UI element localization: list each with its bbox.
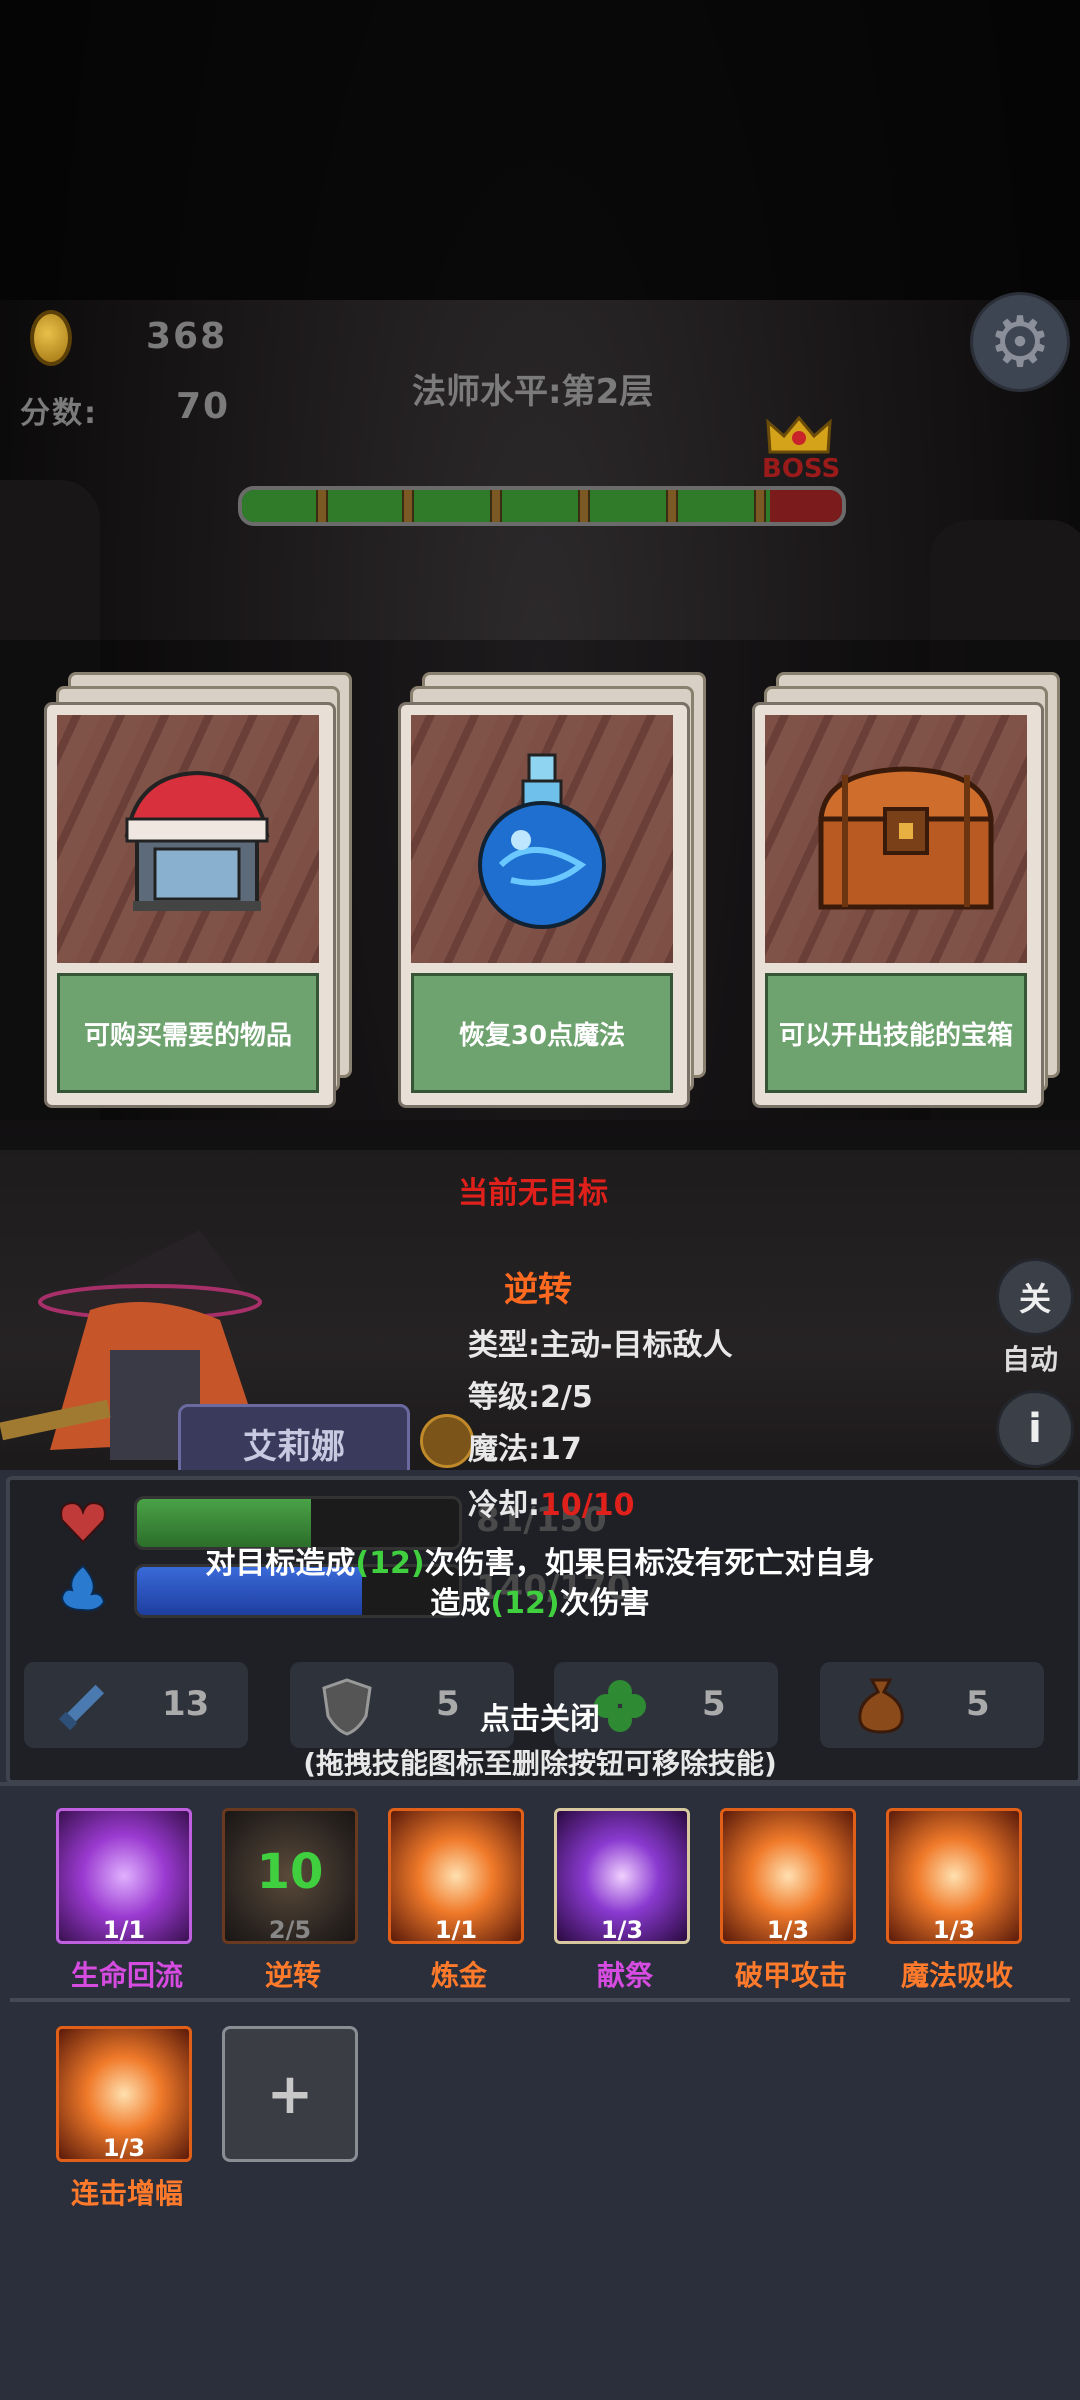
card-caption: 可以开出技能的宝箱 (765, 973, 1027, 1093)
score-value: 70 (176, 386, 231, 427)
skill-name: 逆转 (264, 1959, 321, 1992)
skill-name: 魔法吸收 (900, 1959, 1013, 1992)
desc-text: 次伤害，如果目标没有死亡对自身 (424, 1546, 875, 1581)
boss-segment (770, 490, 842, 522)
heart-icon (60, 1501, 106, 1544)
skill-count: 2/5 (268, 1916, 312, 1944)
type-label: 类型: (468, 1328, 540, 1363)
skill-slot-reversal[interactable]: 10 2/5 (222, 1808, 358, 1944)
card-face: 可以开出技能的宝箱 (752, 702, 1044, 1108)
coin-icon (30, 310, 72, 366)
info-icon: i (1028, 1406, 1042, 1452)
add-skill-button[interactable]: + (222, 2026, 358, 2162)
skill-detail-cooldown: 冷却:10/10 (468, 1480, 634, 1524)
cooldown-value: 10/10 (540, 1488, 635, 1523)
shop-stall-icon (124, 770, 270, 911)
level-progress-bar (238, 486, 846, 526)
close-hint[interactable]: 点击关闭 (0, 1694, 1080, 1738)
skill-count: 1/3 (600, 1916, 644, 1944)
skill-count: 1/3 (102, 2134, 146, 2162)
desc-number: (12) (490, 1586, 560, 1621)
coin-count: 368 (146, 316, 228, 357)
desc-text: 造成 (430, 1586, 491, 1621)
skill-slot-alchemy[interactable]: 1/1 (388, 1808, 524, 1944)
skill-slot-armor-break[interactable]: 1/3 (720, 1808, 856, 1944)
type-value: 主动-目标敌人 (540, 1328, 733, 1363)
progress-tick (316, 490, 328, 522)
mana-potion-icon (478, 753, 606, 929)
skill-slot-life-flow[interactable]: 1/1 (56, 1808, 192, 1944)
card-caption: 可购买需要的物品 (57, 973, 319, 1093)
skill-detail-description: 对目标造成(12)次伤害，如果目标没有死亡对自身 造成(12)次伤害 (0, 1544, 1080, 1624)
skills-divider (10, 1998, 1070, 2002)
progress-tick (402, 490, 414, 522)
card-shop[interactable]: 可购买需要的物品 (44, 672, 354, 1108)
sky-shadow (0, 0, 1080, 300)
mana-label: 魔法: (468, 1432, 540, 1467)
progress-tick (666, 490, 678, 522)
gear-icon: ⚙ (988, 301, 1052, 383)
card-art (57, 715, 319, 963)
skill-count: 1/3 (932, 1916, 976, 1944)
level-label: 等级: (468, 1380, 540, 1415)
skill-name: 生命回流 (70, 1959, 183, 1992)
skill-name: 连击增幅 (70, 2177, 183, 2210)
cooldown-label: 冷却: (468, 1488, 540, 1523)
boss-crown-icon (766, 416, 832, 454)
info-button[interactable]: i (996, 1390, 1074, 1468)
skill-slot-magic-absorb[interactable]: 1/3 (886, 1808, 1022, 1944)
remove-skill-hint: (拖拽技能图标至删除按钮可移除技能) (303, 1747, 777, 1780)
level-title: 法师水平:第2层 (412, 372, 654, 412)
settings-gear-button[interactable]: ⚙ (970, 292, 1070, 392)
progress-tick (578, 490, 590, 522)
card-face: 可购买需要的物品 (44, 702, 336, 1108)
skill-detail-mana: 魔法:17 (468, 1424, 582, 1468)
target-status: 当前无目标 (458, 1176, 608, 1211)
card-art (411, 715, 673, 963)
skill-count: 1/3 (766, 1916, 810, 1944)
skill-detail-name: 逆转 (504, 1270, 572, 1310)
panel-divider (0, 1782, 1080, 1786)
progress-tick (754, 490, 766, 522)
card-mana-potion[interactable]: 恢复30点魔法 (398, 672, 708, 1108)
skill-name: 炼金 (430, 1959, 487, 1992)
mana-value: 17 (540, 1432, 582, 1467)
card-caption: 恢复30点魔法 (411, 973, 673, 1093)
skill-count: 1/1 (434, 1916, 478, 1944)
level-value: 2/5 (540, 1380, 593, 1415)
hp-bar (134, 1496, 462, 1550)
mana-cost-icon (420, 1414, 474, 1468)
boss-label: BOSS (762, 454, 841, 484)
score-label: 分数: (20, 396, 98, 431)
skill-slot-sacrifice[interactable]: 1/3 (554, 1808, 690, 1944)
skill-detail-level: 等级:2/5 (468, 1372, 593, 1416)
card-art (765, 715, 1027, 963)
card-face: 恢复30点魔法 (398, 702, 690, 1108)
skill-name: 破甲攻击 (734, 1959, 847, 1992)
card-treasure-chest[interactable]: 可以开出技能的宝箱 (752, 672, 1062, 1108)
hp-fill (137, 1499, 311, 1547)
desc-number: (12) (355, 1546, 425, 1581)
desc-text: 对目标造成 (205, 1546, 356, 1581)
desc-text: 次伤害 (559, 1586, 650, 1621)
skill-name: 献祭 (596, 1959, 653, 1992)
auto-label: 自动 (1002, 1343, 1059, 1376)
auto-toggle-button[interactable]: 关 (996, 1258, 1074, 1336)
skill-count: 1/1 (102, 1916, 146, 1944)
skill-detail-type: 类型:主动-目标敌人 (468, 1320, 732, 1364)
skill-cooldown-counter: 10 (256, 1844, 324, 1900)
treasure-chest-icon (818, 766, 994, 910)
skill-slot-combo-boost[interactable]: 1/3 (56, 2026, 192, 2162)
progress-tick (490, 490, 502, 522)
